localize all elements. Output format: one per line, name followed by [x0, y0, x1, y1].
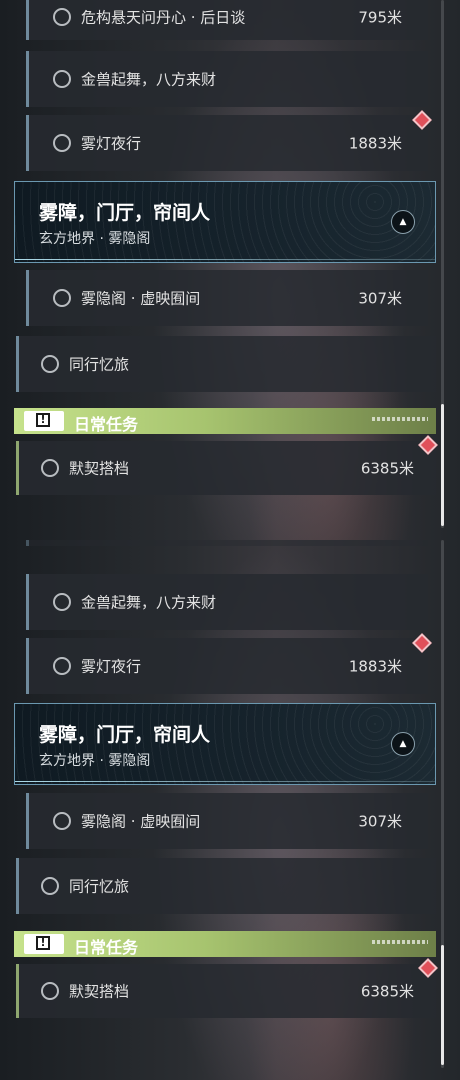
- quest-label: 默契搭档: [69, 982, 130, 1001]
- daily-quests-title: 日常任务: [74, 415, 139, 434]
- scrollbar-thumb[interactable]: [441, 404, 444, 526]
- companion-item[interactable]: 同行忆旅: [16, 858, 436, 914]
- quest-label: 金兽起舞，八方来财: [81, 593, 217, 612]
- scrollbar[interactable]: [441, 0, 444, 528]
- quest-label: 雾隐阁 · 虚映囿间: [81, 812, 201, 831]
- collapse-button[interactable]: ▲: [391, 732, 415, 756]
- decoration-pattern: [372, 417, 428, 421]
- quest-distance: 795米: [358, 8, 402, 27]
- radio-icon: [41, 982, 59, 1000]
- quest-label: 危构悬天问丹心 · 后日谈: [81, 8, 246, 27]
- quest-header-card[interactable]: 雾障，门厅，帘间人 玄方地界 · 雾隐阁 ▲: [14, 181, 436, 263]
- daily-quest-item[interactable]: 默契搭档 6385米: [16, 964, 436, 1018]
- quest-distance: 1883米: [348, 134, 402, 153]
- radio-icon: [53, 812, 71, 830]
- scrollbar[interactable]: [441, 540, 444, 1068]
- quest-title: 雾障，门厅，帘间人: [39, 724, 211, 746]
- radio-icon: [53, 70, 71, 88]
- companion-label: 同行忆旅: [69, 355, 130, 374]
- sub-quest-item[interactable]: 雾隐阁 · 虚映囿间 307米: [26, 793, 428, 849]
- exclamation-icon: !: [24, 934, 64, 954]
- quest-title: 雾障，门厅，帘间人: [39, 202, 211, 224]
- quest-distance: 6385米: [360, 459, 414, 478]
- quest-location: 玄方地界 · 雾隐阁: [39, 753, 151, 769]
- sub-quest-item[interactable]: 雾隐阁 · 虚映囿间 307米: [26, 270, 428, 326]
- radio-icon: [53, 8, 71, 26]
- quest-distance: 1883米: [348, 657, 402, 676]
- quest-distance: 6385米: [360, 982, 414, 1001]
- quest-label: 默契搭档: [69, 459, 130, 478]
- daily-quests-title: 日常任务: [74, 938, 139, 957]
- radio-icon: [41, 877, 59, 895]
- quest-item[interactable]: 金兽起舞，八方来财: [26, 51, 428, 107]
- collapse-button[interactable]: ▲: [391, 210, 415, 234]
- quest-item[interactable]: 危构悬天问丹心 · 后日谈 795米: [26, 0, 428, 40]
- daily-quests-header[interactable]: ! 日常任务: [14, 408, 436, 434]
- quest-distance: 307米: [358, 812, 402, 831]
- companion-label: 同行忆旅: [69, 877, 130, 896]
- radio-icon: [53, 289, 71, 307]
- quest-header-card[interactable]: 雾障，门厅，帘间人 玄方地界 · 雾隐阁 ▲: [14, 703, 436, 785]
- exclamation-icon: !: [24, 411, 64, 431]
- daily-quest-item[interactable]: 默契搭档 6385米: [16, 441, 436, 495]
- quest-label: 雾灯夜行: [81, 134, 142, 153]
- radio-icon: [41, 459, 59, 477]
- decoration-pattern: [372, 940, 428, 944]
- quest-label: 雾隐阁 · 虚映囿间: [81, 289, 201, 308]
- quest-item[interactable]: 雾灯夜行 1883米: [26, 638, 428, 694]
- quest-panel-top: 危构悬天问丹心 · 后日谈 795米 金兽起舞，八方来财 雾灯夜行 1883米 …: [0, 0, 460, 540]
- quest-item[interactable]: 金兽起舞，八方来财: [26, 574, 428, 630]
- quest-label: 金兽起舞，八方来财: [81, 70, 217, 89]
- quest-label: 雾灯夜行: [81, 657, 142, 676]
- scrollbar-thumb[interactable]: [441, 945, 444, 1065]
- quest-item-partial[interactable]: [26, 540, 428, 546]
- quest-panel-bottom: 金兽起舞，八方来财 雾灯夜行 1883米 雾障，门厅，帘间人 玄方地界 · 雾隐…: [0, 540, 460, 1080]
- companion-item[interactable]: 同行忆旅: [16, 336, 436, 392]
- radio-icon: [53, 593, 71, 611]
- daily-quests-header[interactable]: ! 日常任务: [14, 931, 436, 957]
- radio-icon: [53, 134, 71, 152]
- radio-icon: [53, 657, 71, 675]
- quest-distance: 307米: [358, 289, 402, 308]
- quest-item[interactable]: 雾灯夜行 1883米: [26, 115, 428, 171]
- radio-icon: [41, 355, 59, 373]
- quest-location: 玄方地界 · 雾隐阁: [39, 231, 151, 247]
